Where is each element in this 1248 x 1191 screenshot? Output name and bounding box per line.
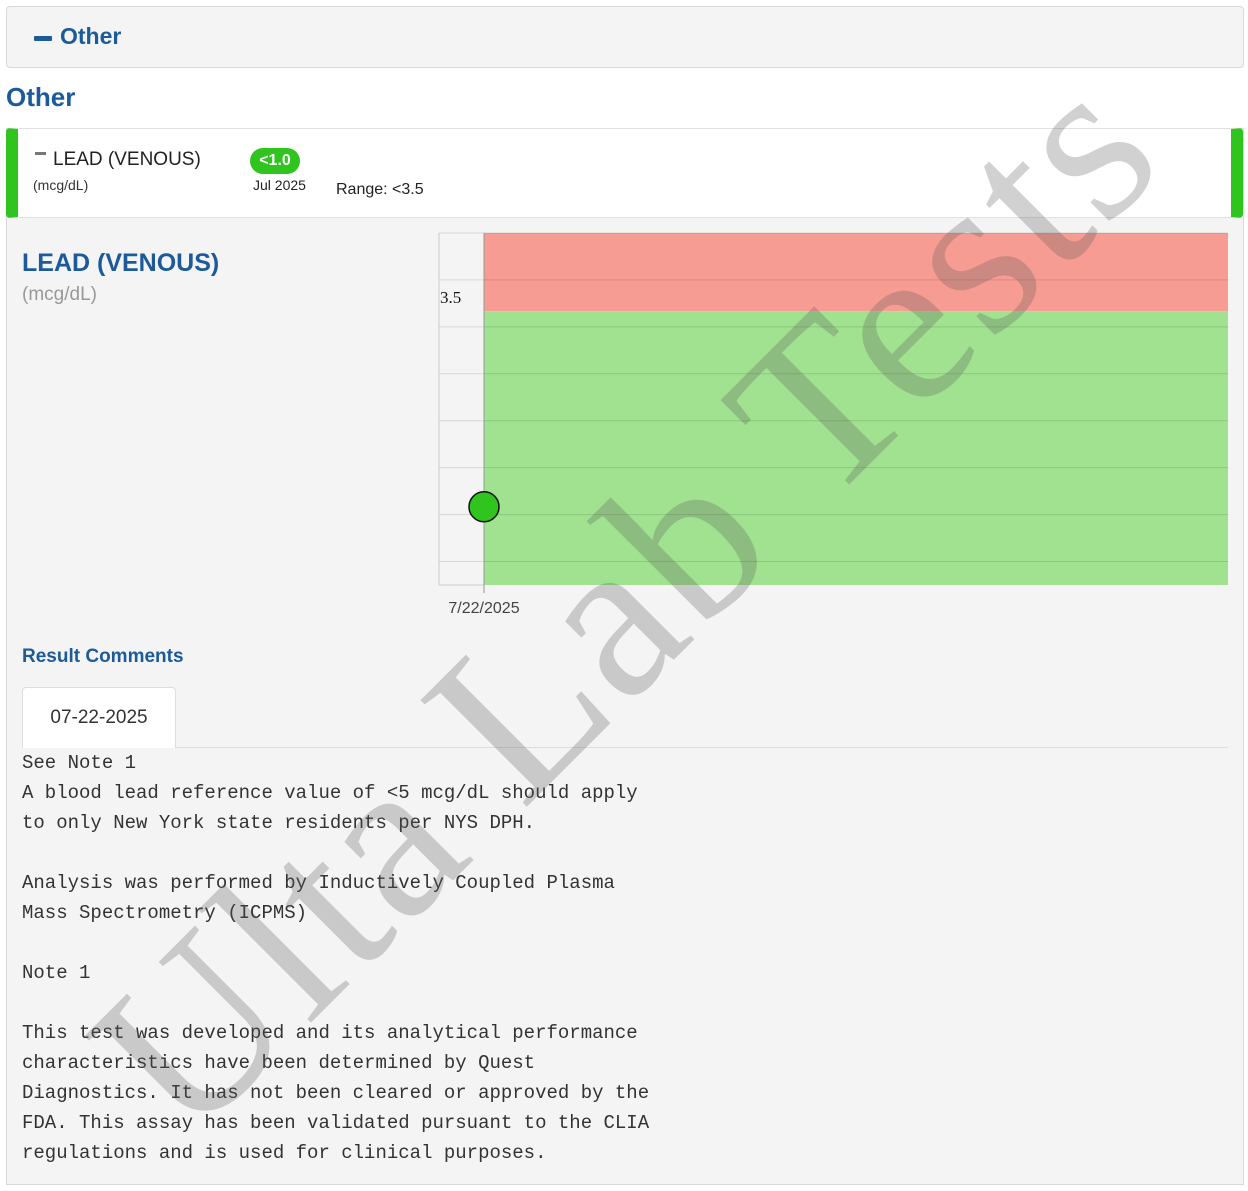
comment-line: characteristics have been determined by … (22, 1052, 536, 1074)
comment-line: Diagnostics. It has not been cleared or … (22, 1082, 650, 1104)
comment-line: Analysis was performed by Inductively Co… (22, 872, 615, 894)
result-chart: 3.5 7/22/2025 (434, 228, 1234, 628)
tab-divider (176, 747, 1228, 748)
tab-comment-date[interactable]: 07-22-2025 (22, 687, 176, 748)
result-badge: <1.0 (250, 148, 300, 174)
detail-title: LEAD (VENOUS) (22, 249, 220, 277)
high-range-band (484, 233, 1228, 312)
detail-unit: (mcg/dL) (22, 284, 97, 305)
reference-range: Range: <3.5 (336, 181, 424, 198)
result-date: Jul 2025 (253, 177, 306, 193)
comment-line: Note 1 (22, 962, 91, 984)
x-tick-label: 7/22/2025 (448, 600, 519, 617)
comment-line: A blood lead reference value of <5 mcg/d… (22, 782, 638, 804)
comments-title: Result Comments (22, 646, 184, 667)
section-toggle-other[interactable]: Other (6, 6, 1244, 68)
comment-line: regulations and is used for clinical pur… (22, 1142, 547, 1164)
normal-range-band (484, 311, 1228, 585)
comment-line: This test was developed and its analytic… (22, 1022, 638, 1044)
test-name: LEAD (VENOUS) (53, 149, 201, 170)
y-tick-label: 3.5 (440, 288, 461, 307)
data-point (468, 491, 500, 523)
minus-icon (34, 36, 52, 41)
collapse-icon[interactable] (35, 152, 46, 155)
comment-line: to only New York state residents per NYS… (22, 812, 536, 834)
comment-line: FDA. This assay has been validated pursu… (22, 1112, 650, 1134)
chart-svg: 3.5 7/22/2025 (438, 232, 1228, 617)
comment-line: See Note 1 (22, 752, 137, 774)
section-label: Other (60, 23, 122, 49)
test-unit: (mcg/dL) (33, 177, 89, 193)
test-row-lead[interactable]: LEAD (VENOUS) (mcg/dL) <1.0 Jul 2025 Ran… (6, 128, 1243, 218)
group-title: Other (6, 82, 76, 112)
comment-line: Mass Spectrometry (ICPMS) (22, 902, 308, 924)
